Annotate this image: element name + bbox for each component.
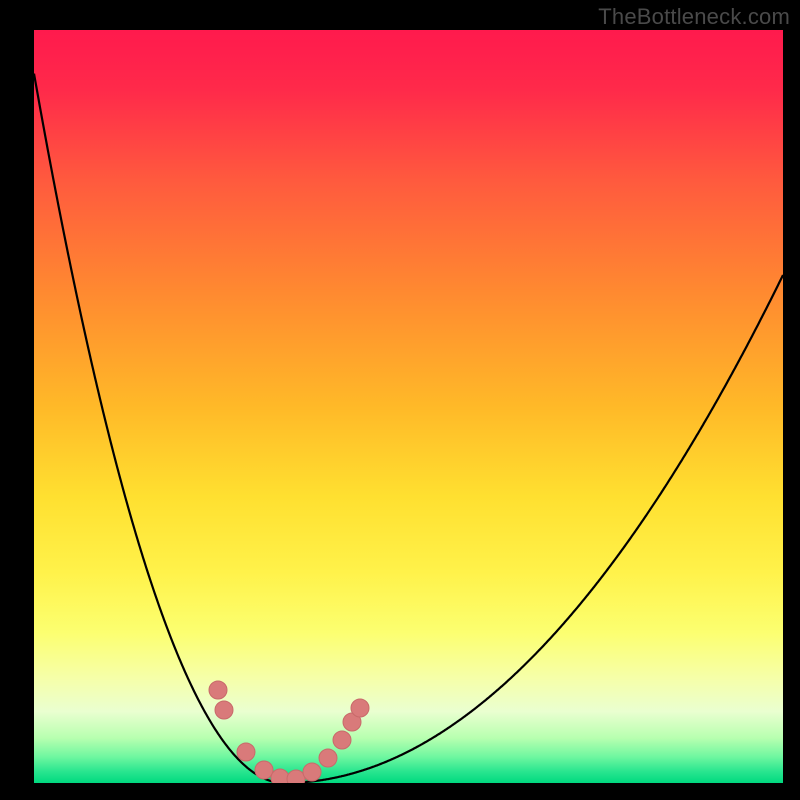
marker-dot <box>215 701 233 719</box>
chart-viewport: TheBottleneck.com <box>0 0 800 800</box>
plot-area <box>34 30 783 783</box>
marker-dot <box>237 743 255 761</box>
curve-layer <box>34 30 783 783</box>
marker-dot <box>209 681 227 699</box>
marker-dot <box>351 699 369 717</box>
marker-dot <box>333 731 351 749</box>
marker-dot <box>271 769 289 783</box>
bottleneck-curve <box>34 74 783 783</box>
marker-dot <box>303 763 321 781</box>
watermark-label: TheBottleneck.com <box>598 4 790 30</box>
marker-dot <box>287 770 305 783</box>
marker-dot <box>255 761 273 779</box>
highlight-markers <box>209 681 369 783</box>
marker-dot <box>319 749 337 767</box>
